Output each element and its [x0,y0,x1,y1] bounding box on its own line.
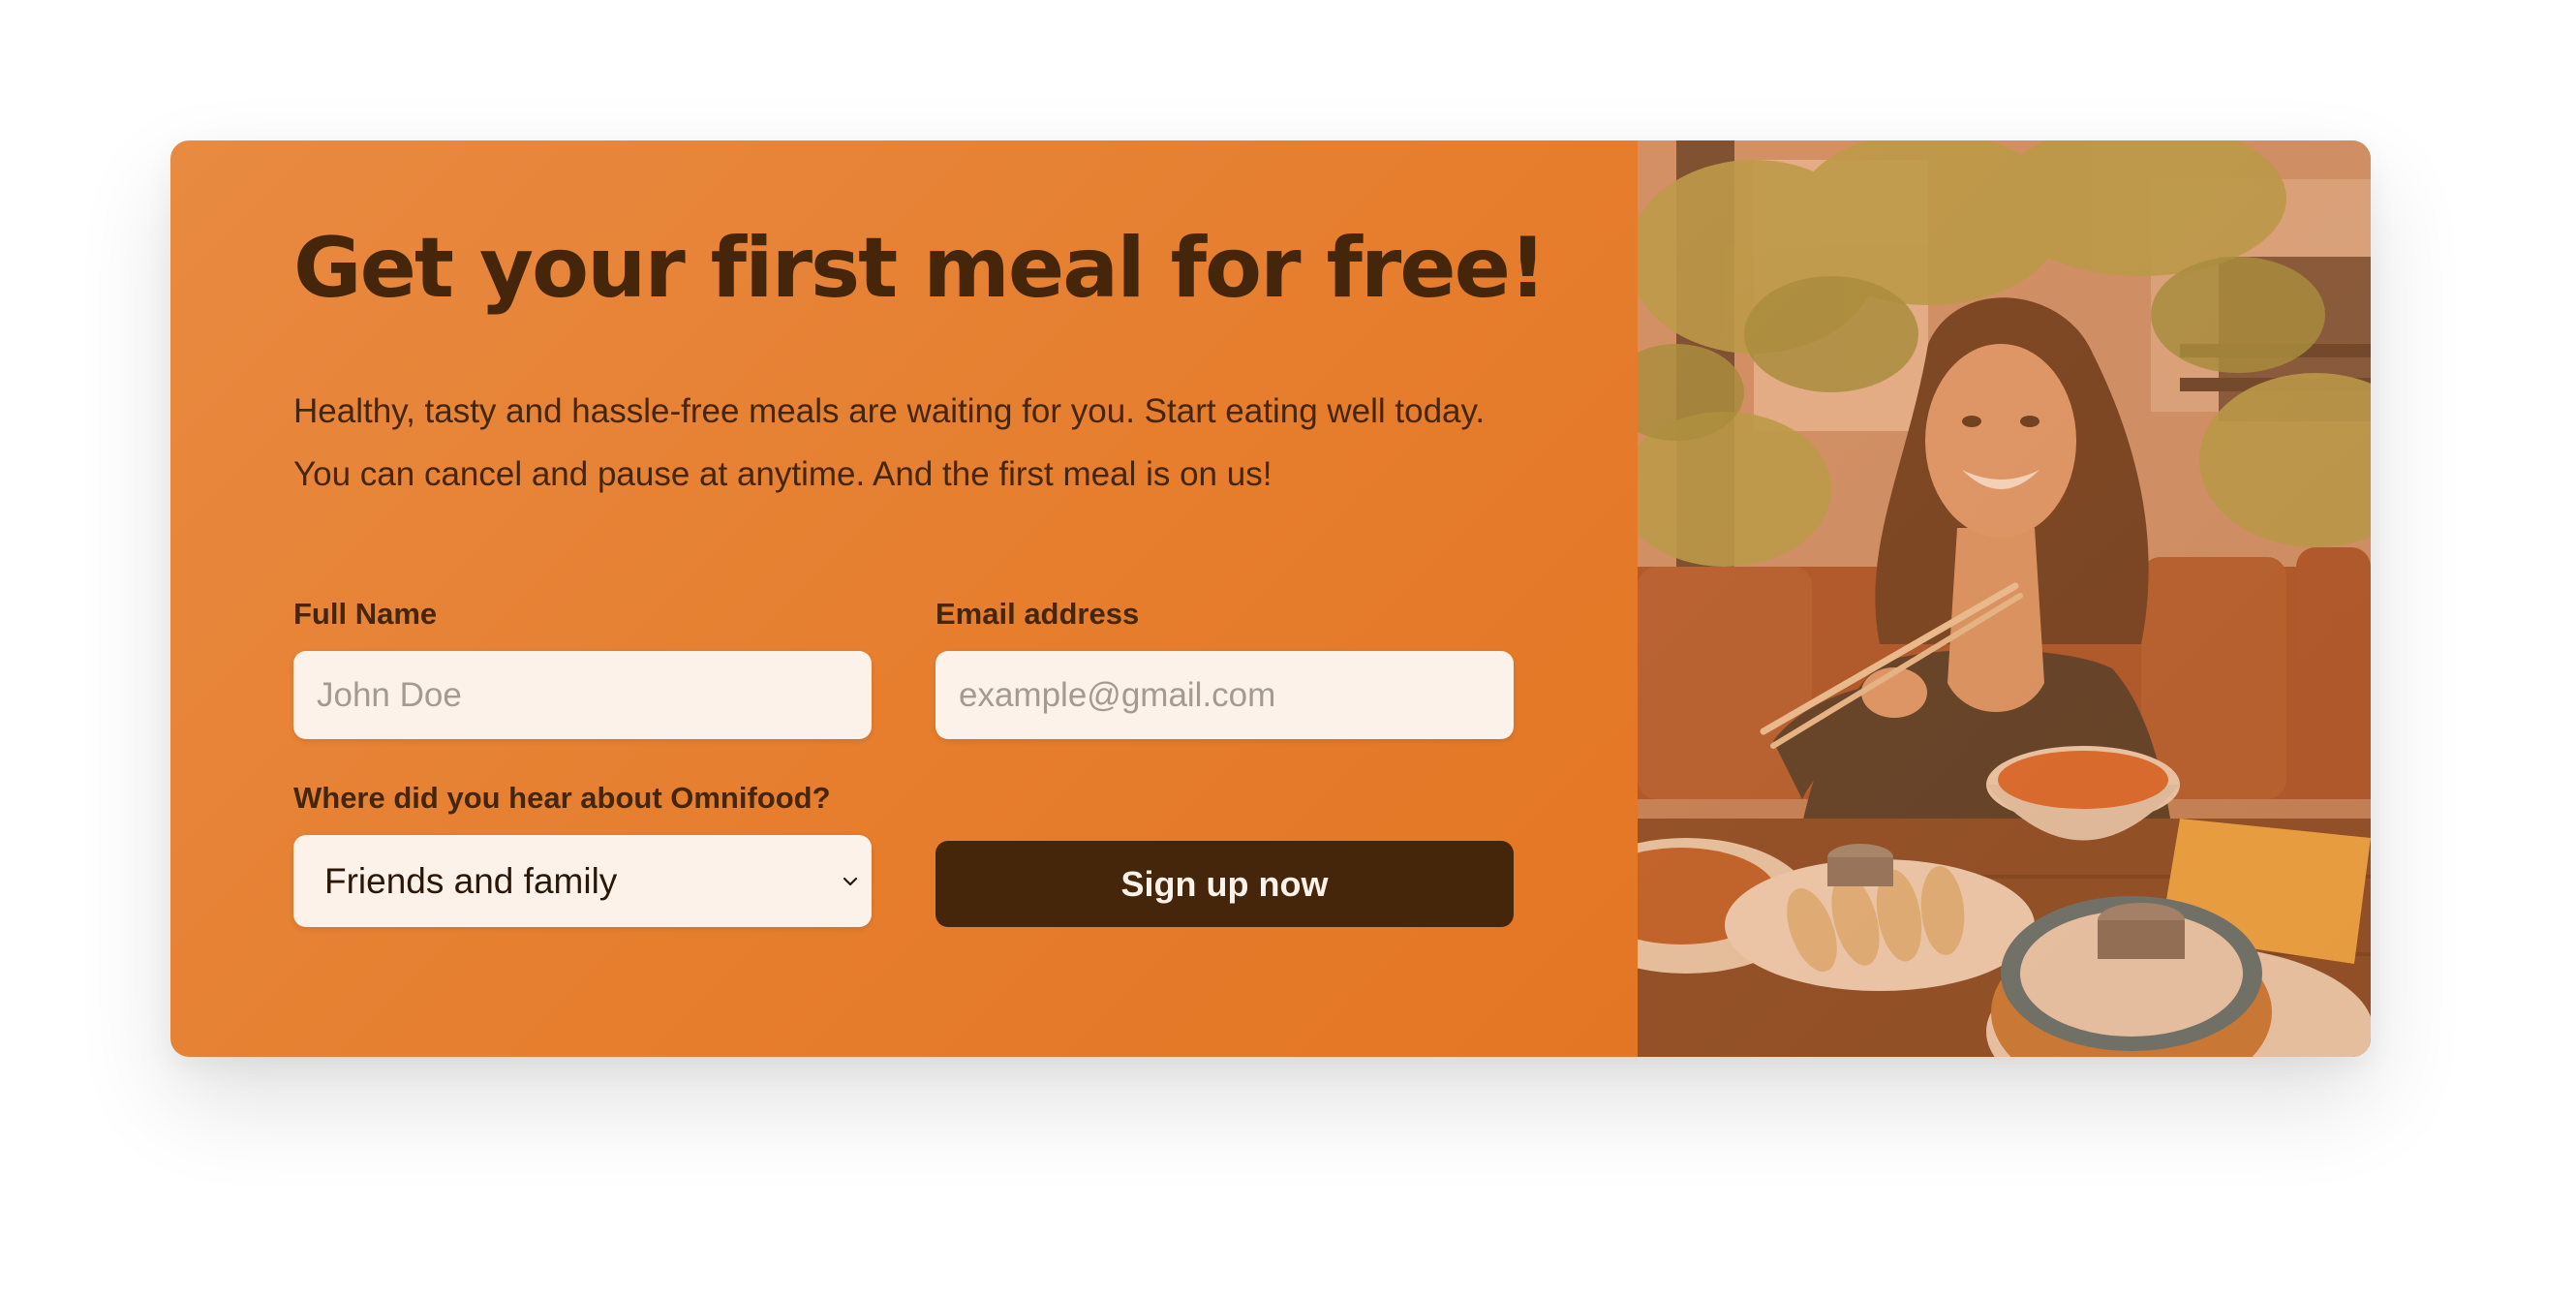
source-select-value: Friends and family [324,860,618,901]
email-input[interactable] [935,651,1514,739]
full-name-field: Full Name [293,596,872,739]
email-field: Email address [935,596,1514,739]
source-label: Where did you hear about Omnifood? [293,781,831,815]
cta-text-box: Get your first meal for free! Healthy, t… [170,140,1638,1057]
restaurant-photo-illustration [1638,140,2371,1057]
signup-form: Full Name Email address Where did you he… [293,596,1514,928]
full-name-input[interactable] [293,651,872,739]
cta-section: Get your first meal for free! Healthy, t… [170,140,2371,1057]
cta-description: Healthy, tasty and hassle-free meals are… [293,392,1486,494]
source-field: Where did you hear about Omnifood? Frien… [293,780,872,928]
submit-cell: Sign up now [935,780,1514,928]
email-label: Email address [935,596,1140,631]
cta-image [1638,140,2371,1057]
full-name-label: Full Name [293,596,438,631]
chevron-down-icon [843,877,858,885]
source-select[interactable]: Friends and family [293,835,872,928]
sign-up-button[interactable]: Sign up now [935,841,1514,928]
cta-heading: Get your first meal for free! [293,220,1547,317]
